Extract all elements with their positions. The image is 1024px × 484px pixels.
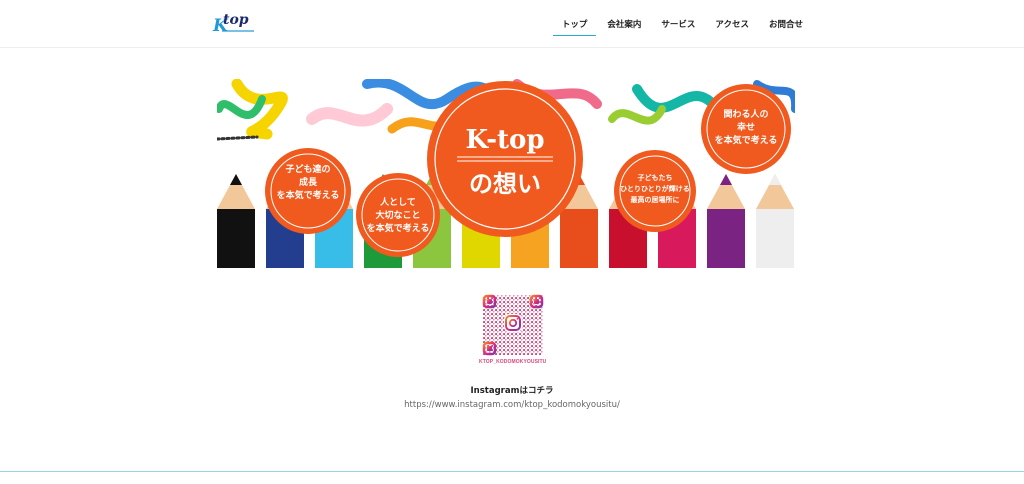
qr-code-icon	[482, 294, 544, 356]
banner-graphic: 子ども達の 成長 を本気で考える 人として 大切なこと を本気で考える K-to…	[217, 79, 795, 268]
nav-item-company[interactable]: 会社案内	[598, 0, 650, 48]
instagram-title: Instagramはコチラ	[470, 386, 554, 396]
main-nav: トップ 会社案内 サービス アクセス お問合せ	[551, 0, 812, 48]
circle-place: 子どもたち ひとりひとりが輝ける 最高の居場所に	[614, 150, 696, 232]
nav-item-service[interactable]: サービス	[652, 0, 704, 48]
circle3-line2: ひとりひとりが輝ける	[620, 184, 690, 193]
circle3-line1: 子どもたち	[638, 173, 673, 182]
nav-item-access[interactable]: アクセス	[706, 0, 758, 48]
logo-underline	[222, 30, 254, 32]
circle-growth: 子ども達の 成長 を本気で考える	[265, 148, 351, 234]
circle4-line1: 関わる人の	[723, 108, 768, 120]
circle2-line3: を本気で考える	[367, 222, 430, 234]
logo-top: top	[223, 12, 249, 28]
circle-important: 人として 大切なこと を本気で考える	[356, 173, 440, 257]
circle1-line3: を本気で考える	[277, 189, 340, 201]
instagram-link[interactable]: https://www.instagram.com/ktop_kodomokyo…	[0, 400, 1024, 410]
circle-happiness: 関わる人の 幸せ を本気で考える	[701, 84, 791, 174]
circle2-line1: 人として	[379, 196, 416, 208]
circle4-line2: 幸せ	[737, 121, 755, 133]
circle4-line3: を本気で考える	[715, 134, 778, 146]
qr-label: KTOP_KODOMOKYOUSITU	[479, 359, 547, 365]
hero-banner: 子ども達の 成長 を本気で考える 人として 大切なこと を本気で考える K-to…	[217, 79, 795, 268]
main-circle-line2: の想い	[469, 169, 541, 198]
circle3-line3: 最高の居場所に	[631, 195, 680, 204]
instagram-qr-card[interactable]: KTOP_KODOMOKYOUSITU	[479, 293, 546, 369]
site-logo[interactable]: K top	[213, 12, 254, 36]
footer-divider	[0, 471, 1024, 472]
main-circle-line1: K-top	[465, 125, 544, 155]
nav-item-contact[interactable]: お問合せ	[760, 0, 812, 48]
circle2-line2: 大切なこと	[375, 209, 420, 221]
circle-main: K-top の想い	[427, 81, 583, 237]
circle1-line2: 成長	[299, 176, 318, 188]
circle1-line1: 子ども達の	[285, 163, 330, 175]
site-header: K top トップ 会社案内 サービス アクセス お問合せ	[0, 0, 1024, 48]
nav-item-top[interactable]: トップ	[552, 0, 597, 48]
